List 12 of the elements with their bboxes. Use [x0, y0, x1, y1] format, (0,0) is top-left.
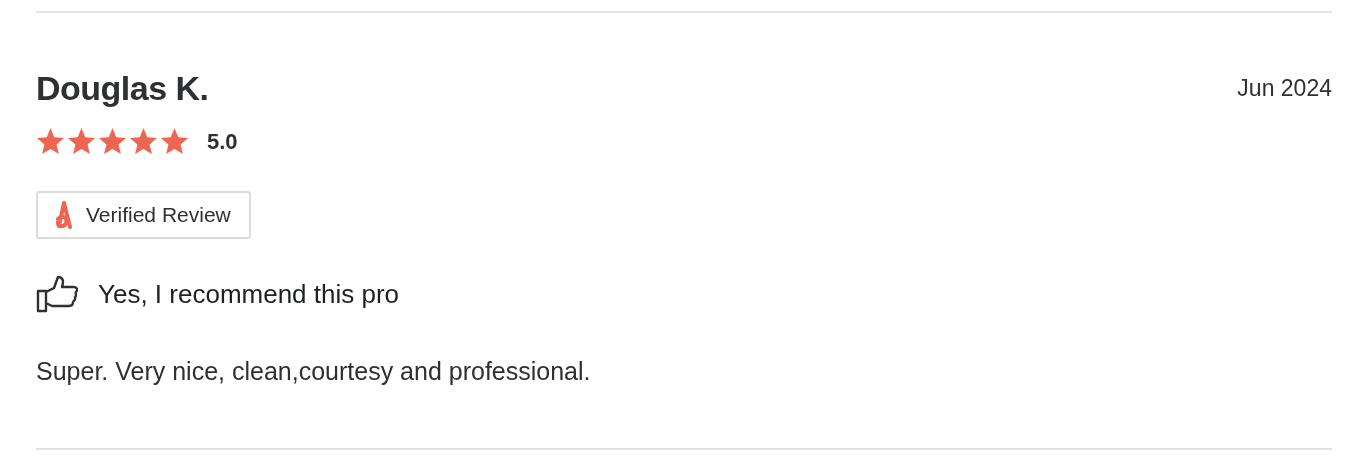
review-date: Jun 2024 [1237, 75, 1332, 102]
star-icon [129, 128, 158, 156]
reviewer-name: Douglas K. [36, 69, 209, 108]
star-icon [67, 128, 96, 156]
verified-badge: Verified Review [36, 191, 251, 239]
thumbs-up-icon [36, 275, 78, 313]
star-icon [36, 128, 65, 156]
star-icon [98, 128, 127, 156]
review-text: Super. Very nice, clean,courtesy and professional. [36, 357, 592, 386]
rating-value: 5.0 [207, 129, 238, 155]
recommendation-text: Yes, I recommend this pro [98, 278, 400, 310]
star-icon [160, 128, 189, 156]
